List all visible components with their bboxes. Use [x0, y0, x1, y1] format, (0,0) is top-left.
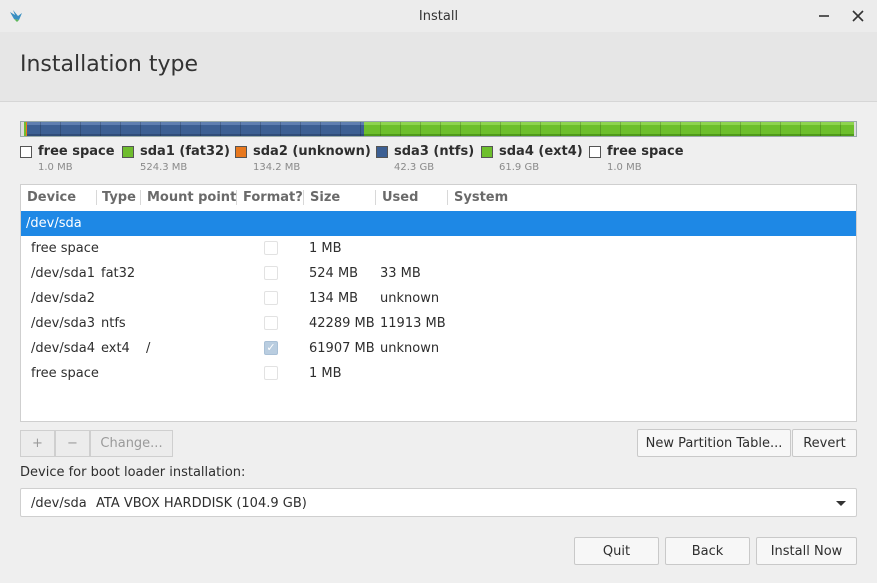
legend-swatch	[481, 145, 493, 158]
table-row[interactable]: /dev/sda2 134 MB unknown	[21, 286, 856, 311]
row-device: /dev/sda3	[31, 316, 95, 331]
row-device: /dev/sda4	[31, 341, 95, 356]
partition-table[interactable]: Device Type Mount point Format? Size Use…	[20, 184, 857, 422]
format-checkbox[interactable]	[264, 241, 278, 255]
partition-segment-sda4	[364, 122, 854, 136]
table-header: Device Type Mount point Format? Size Use…	[21, 185, 856, 210]
legend-name: sda4 (ext4)	[499, 144, 583, 159]
boot-device-path: /dev/sda	[31, 496, 87, 511]
row-device: /dev/sda1	[31, 266, 95, 281]
legend-size: 524.3 MB	[140, 162, 188, 173]
legend-size: 1.0 MB	[38, 162, 73, 173]
legend-swatch	[589, 145, 601, 158]
row-size: 1 MB	[309, 241, 342, 256]
revert-button[interactable]: Revert	[792, 429, 857, 457]
column-header-used[interactable]: Used	[382, 190, 418, 205]
legend-name: free space	[607, 144, 684, 159]
legend-swatch	[20, 145, 32, 158]
partition-bar	[20, 121, 857, 137]
legend-item: free space 1.0 MB	[589, 144, 684, 173]
window-title: Install	[418, 8, 459, 24]
row-device: free space	[31, 366, 99, 381]
row-size: 134 MB	[309, 291, 359, 306]
boot-device-description: ATA VBOX HARDDISK (104.9 GB)	[96, 496, 307, 511]
row-size: 42289 MB	[309, 316, 375, 331]
column-separator	[447, 190, 448, 205]
legend-item: sda4 (ext4) 61.9 GB	[481, 144, 583, 173]
page-header: Installation type	[0, 32, 877, 102]
column-header-format[interactable]: Format?	[243, 190, 303, 205]
table-row[interactable]: free space 1 MB	[21, 236, 856, 261]
column-separator	[236, 190, 237, 205]
format-checkbox[interactable]	[264, 291, 278, 305]
row-device: /dev/sda	[26, 216, 82, 231]
installer-bird-icon	[8, 8, 24, 24]
column-header-size[interactable]: Size	[310, 190, 340, 205]
remove-partition-button[interactable]: −	[55, 430, 90, 457]
column-separator	[303, 190, 304, 205]
row-used: unknown	[380, 291, 440, 306]
back-button[interactable]: Back	[665, 537, 750, 565]
legend-size: 42.3 GB	[394, 162, 435, 173]
row-used: unknown	[380, 341, 440, 356]
row-type: ext4	[101, 341, 130, 356]
legend-swatch	[376, 145, 388, 158]
row-used: 11913 MB	[380, 316, 446, 331]
column-separator	[96, 190, 97, 205]
format-checkbox[interactable]	[264, 316, 278, 330]
legend-size: 1.0 MB	[607, 162, 642, 173]
boot-loader-label: Device for boot loader installation:	[20, 465, 246, 480]
minimize-icon[interactable]	[814, 6, 834, 26]
close-icon[interactable]	[848, 6, 868, 26]
row-type: fat32	[101, 266, 136, 281]
table-row[interactable]: /dev/sda4 ext4 / ✓ 61907 MB unknown	[21, 336, 856, 361]
column-header-type[interactable]: Type	[102, 190, 136, 205]
row-size: 524 MB	[309, 266, 359, 281]
legend-name: free space	[38, 144, 115, 159]
table-row[interactable]: /dev/sda3 ntfs 42289 MB 11913 MB	[21, 311, 856, 336]
install-now-button[interactable]: Install Now	[756, 537, 857, 565]
column-separator	[140, 190, 141, 205]
legend-item: sda1 (fat32) 524.3 MB	[122, 144, 230, 173]
row-device: /dev/sda2	[31, 291, 95, 306]
row-used: 33 MB	[380, 266, 421, 281]
quit-button[interactable]: Quit	[574, 537, 659, 565]
legend-name: sda3 (ntfs)	[394, 144, 475, 159]
partition-segment-free-end	[854, 122, 856, 136]
format-checkbox[interactable]	[264, 366, 278, 380]
legend-swatch	[122, 145, 134, 158]
column-header-system[interactable]: System	[454, 190, 508, 205]
row-size: 61907 MB	[309, 341, 375, 356]
page-title: Installation type	[20, 52, 198, 77]
legend-item: sda2 (unknown) 134.2 MB	[235, 144, 371, 173]
column-header-mount-point[interactable]: Mount point	[147, 190, 236, 205]
table-row[interactable]: free space 1 MB	[21, 361, 856, 386]
legend-swatch	[235, 145, 247, 158]
new-partition-table-button[interactable]: New Partition Table...	[637, 429, 791, 457]
format-checkbox[interactable]	[264, 266, 278, 280]
table-row[interactable]: /dev/sda1 fat32 524 MB 33 MB	[21, 261, 856, 286]
row-type: ntfs	[101, 316, 126, 331]
legend-name: sda2 (unknown)	[253, 144, 371, 159]
legend-item: free space 1.0 MB	[20, 144, 115, 173]
legend-size: 134.2 MB	[253, 162, 301, 173]
partition-segment-sda3	[27, 122, 364, 136]
legend-item: sda3 (ntfs) 42.3 GB	[376, 144, 474, 173]
partition-legend: free space 1.0 MB sda1 (fat32) 524.3 MB …	[20, 144, 860, 178]
row-mount-point: /	[146, 341, 151, 356]
column-separator	[375, 190, 376, 205]
boot-loader-device-select[interactable]: /dev/sda ATA VBOX HARDDISK (104.9 GB)	[20, 488, 857, 517]
column-header-device[interactable]: Device	[27, 190, 76, 205]
legend-name: sda1 (fat32)	[140, 144, 231, 159]
change-partition-button[interactable]: Change...	[90, 430, 173, 457]
table-row-selected[interactable]: /dev/sda	[21, 211, 856, 236]
add-partition-button[interactable]: +	[20, 430, 55, 457]
dropdown-arrow-icon	[836, 497, 846, 507]
format-checkbox-checked[interactable]: ✓	[264, 341, 278, 355]
row-size: 1 MB	[309, 366, 342, 381]
legend-size: 61.9 GB	[499, 162, 540, 173]
title-bar: Install	[0, 0, 877, 32]
row-device: free space	[31, 241, 99, 256]
